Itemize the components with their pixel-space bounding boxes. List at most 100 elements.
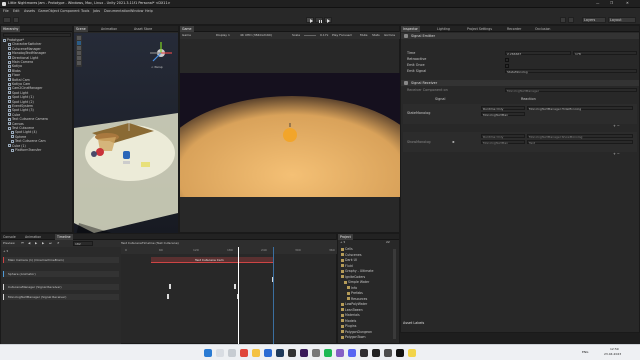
spotify-icon[interactable] [324,349,332,357]
menu-documentation[interactable]: Documentation [104,9,130,13]
store-icon[interactable] [264,349,272,357]
step-button[interactable] [324,17,332,23]
tab-animation[interactable]: Animation [99,26,119,32]
tab-hierarchy[interactable]: Hierarchy [1,26,21,32]
menu-assets[interactable]: Assets [24,9,35,13]
receiver-row-2-runtime[interactable]: Runtime Only [481,134,525,139]
signal-marker[interactable] [167,294,169,299]
project-folder[interactable]: Plugins [338,324,386,328]
menu-gameobject[interactable]: GameObject [38,9,59,13]
receiver-row-2-function[interactable]: MonologTextManager.ShowMonolog [527,134,633,139]
next-frame-button[interactable]: ▶ [42,242,44,245]
chrome-icon[interactable] [240,349,248,357]
pause-button[interactable] [315,17,323,23]
minimize-button[interactable]: — [596,1,599,5]
preview-toggle[interactable]: Preview [3,242,15,245]
display-dropdown[interactable]: Display 1 [216,34,230,37]
track-header[interactable]: Main Camera (1) (CinemachineBrain) [3,257,119,263]
project-folder[interactable]: Fluid [338,264,386,268]
project-folder[interactable]: Cells [338,247,386,251]
layers-dropdown[interactable]: Layers [582,17,606,23]
emit-signal-dropdown[interactable]: StateMonolog [505,69,637,74]
notes-icon[interactable] [408,349,416,357]
project-folder[interactable]: Dark UI [338,258,386,262]
signal-marker[interactable] [169,284,171,289]
receiver-row-1-function[interactable]: MonologTextManager.HideMonolog [527,106,633,111]
menu-tools[interactable]: Tools [81,9,89,13]
unity-editor-icon[interactable] [372,349,380,357]
project-folder[interactable]: Cutscenes [338,253,386,257]
project-folder[interactable]: Graphy - Ultimate [338,269,386,273]
unity-hub-icon[interactable] [288,349,296,357]
add-listener-button-2[interactable]: + − [613,152,620,156]
game-mode-dropdown[interactable]: Game [182,34,191,37]
project-folder[interactable]: PolygonTown [338,335,386,339]
game-viewport[interactable] [180,73,400,197]
project-folder[interactable]: Prefabs [338,291,386,295]
prev-frame-button[interactable]: ◀ [28,242,30,245]
menu-file[interactable]: File [3,9,9,13]
tab-recorder[interactable]: Recorder [505,26,523,32]
tab-project-settings[interactable]: Project Settings [465,26,494,32]
obs-icon[interactable] [360,349,368,357]
receiver-row-2-signal[interactable]: ShowMonolog [407,140,431,144]
account-button[interactable] [3,17,11,23]
cloud-button[interactable] [13,17,19,23]
project-folder[interactable]: Materials [338,313,386,317]
project-folder[interactable]: Simple Water [338,280,386,284]
hierarchy-search-input[interactable] [3,33,71,37]
clock-time[interactable]: 12:59 [610,348,619,351]
gizmos-toggle[interactable]: Gizmos [384,34,395,37]
menu-component[interactable]: Component [60,9,80,13]
layout-dropdown[interactable]: Layout [608,17,636,23]
signal-marker[interactable] [234,284,236,289]
move-tool-icon[interactable] [77,41,81,45]
project-folder[interactable]: IgniteCoders [338,275,386,279]
project-folder[interactable]: Models [338,319,386,323]
scale-slider[interactable] [304,35,316,36]
signal-emitter-header[interactable]: Signal Emitter [401,33,639,39]
taskbar-unity-active-icon[interactable] [396,349,404,357]
tab-scene[interactable]: Scene [74,26,88,32]
rotate-tool-icon[interactable] [77,46,81,50]
play-focused-dropdown[interactable]: Play Focused [332,34,352,37]
timeline-ruler[interactable]: 0 60 120 180 240 300 360 [121,247,337,254]
tab-lighting[interactable]: Lighting [435,26,452,32]
track-header[interactable]: Sphere (Animator) [3,271,119,277]
menu-jobs[interactable]: Jobs [93,9,100,13]
receiver-row-2-param[interactable]: Text [527,140,633,145]
clock-date[interactable]: 23.04.2023 [604,353,621,356]
terminal-icon[interactable] [384,349,392,357]
play-button[interactable] [306,17,314,23]
rect-tool-icon[interactable] [77,56,81,60]
language-indicator[interactable]: ENG [582,351,588,354]
project-folder[interactable]: LeanTween [338,308,386,312]
orientation-gizmo[interactable]: < Persp [148,40,174,70]
time-input[interactable]: 2.266667 [505,51,571,56]
menu-window[interactable]: Window [130,9,143,13]
taskbar-search-icon[interactable] [216,349,224,357]
goto-end-button[interactable]: ⏭ [49,242,52,245]
receiver-row-1-runtime[interactable]: Runtime Only [481,106,525,111]
loop-button[interactable]: ↺ [57,242,60,245]
add-listener-button-1[interactable]: + − [613,124,620,128]
tab-occlusion[interactable]: Occlusion [533,26,552,32]
search-button[interactable] [568,17,574,23]
hierarchy-item[interactable]: PlatformTransfer [1,148,73,152]
signal-receiver-header[interactable]: Signal Receiver [401,80,639,86]
persp-label[interactable]: < Persp [151,66,163,69]
windows-start-icon[interactable] [204,349,212,357]
tab-inspector[interactable]: Inspector [401,26,420,32]
mute-toggle[interactable]: Mute [360,34,368,37]
photoshop-icon[interactable] [276,349,284,357]
timeline-play-button[interactable]: ▶ [35,242,37,245]
project-folder[interactable]: Info [338,286,386,290]
receiver-row-1-object[interactable]: MonologTextMan [481,112,525,117]
project-scrollbar[interactable] [393,249,396,339]
goto-start-button[interactable]: ⏮ [21,242,24,245]
frame-counter[interactable]: 182 [73,241,93,246]
file-explorer-icon[interactable] [252,349,260,357]
history-button[interactable] [560,17,566,23]
project-add-button[interactable]: + ▾ [340,241,345,244]
transform-tool-icon[interactable] [77,61,81,65]
